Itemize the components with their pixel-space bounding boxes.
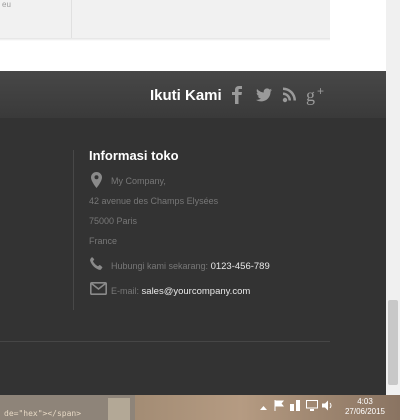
system-clock[interactable]: 4:03 27/06/2015 (344, 397, 386, 417)
email-link[interactable]: sales@yourcompany.com (142, 286, 251, 297)
map-marker-icon (91, 172, 102, 193)
display-icon[interactable] (306, 400, 318, 413)
envelope-icon (90, 282, 107, 300)
content-snippet: eu (2, 0, 11, 9)
twitter-icon[interactable] (255, 86, 273, 109)
phone-number[interactable]: 0123-456-789 (211, 261, 270, 272)
phone-icon (89, 256, 104, 276)
follow-us-title: Ikuti Kami (150, 87, 222, 104)
chevron-up-icon[interactable] (260, 403, 267, 413)
editor-preview[interactable]: de="hex"></span> (0, 395, 135, 420)
address-street: 42 avenue des Champs Elysées (89, 196, 219, 206)
preview-panel (108, 398, 130, 420)
column-divider (71, 0, 72, 38)
volume-icon[interactable] (322, 400, 334, 413)
facebook-icon[interactable] (230, 86, 244, 109)
clock-date: 27/06/2015 (344, 407, 386, 416)
content-shadow (0, 38, 330, 41)
phone-label: Hubungi kami sekarang: (111, 261, 209, 271)
scrollbar-thumb[interactable] (388, 300, 398, 385)
flag-icon[interactable] (274, 400, 285, 413)
footer-divider-vertical (73, 150, 74, 310)
code-snippet: de="hex"></span> (4, 409, 82, 418)
google-plus-icon[interactable]: g + (306, 84, 328, 111)
address-city: 75000 Paris (89, 216, 138, 226)
svg-text:g: g (306, 85, 315, 105)
store-info-title: Informasi toko (89, 148, 179, 163)
email-line: E-mail: sales@yourcompany.com (111, 286, 250, 297)
phone-line: Hubungi kami sekarang: 0123-456-789 (111, 261, 270, 272)
svg-text:+: + (317, 84, 324, 98)
address-company: My Company, (111, 176, 166, 186)
email-label: E-mail: (111, 286, 140, 296)
footer-main (0, 118, 386, 395)
footer-divider-horizontal (0, 341, 330, 342)
content-area: eu (0, 0, 330, 38)
rss-icon[interactable] (282, 86, 298, 109)
network-icon[interactable] (290, 400, 301, 413)
address-country: France (89, 236, 118, 246)
clock-time: 4:03 (357, 397, 373, 406)
